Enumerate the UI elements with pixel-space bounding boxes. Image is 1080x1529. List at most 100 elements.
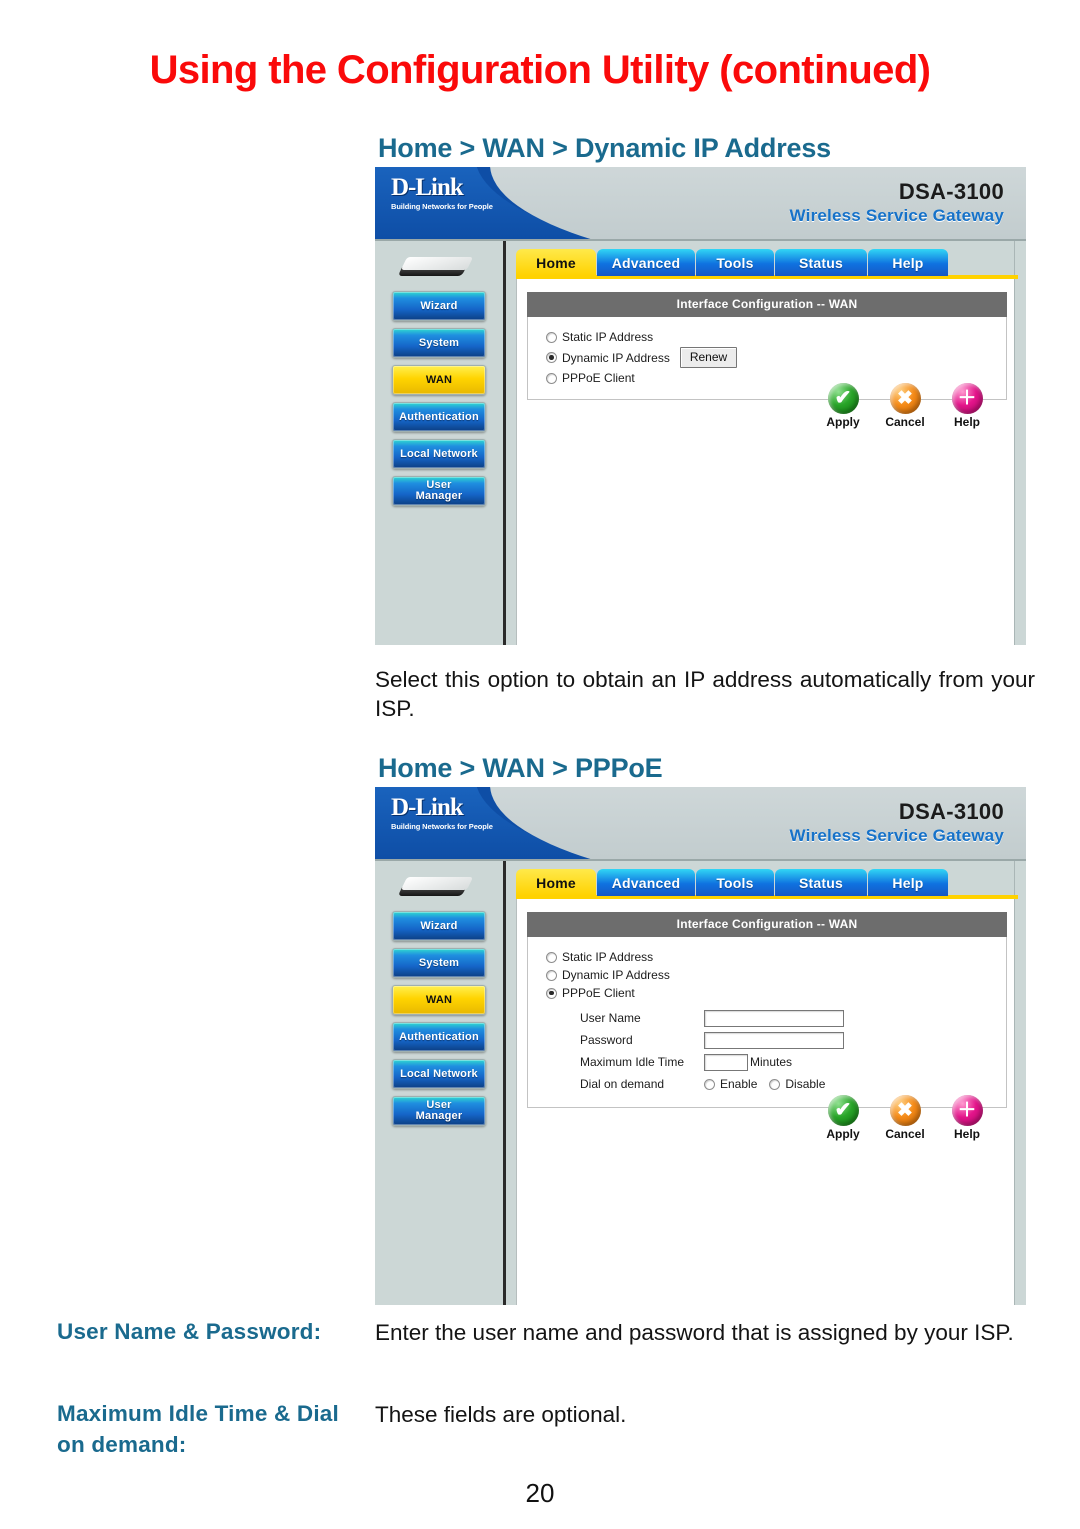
router-model-subtitle: Wireless Service Gateway bbox=[789, 826, 1004, 845]
max-idle-time-input[interactable] bbox=[704, 1053, 748, 1071]
router-model-block: DSA-3100 Wireless Service Gateway bbox=[790, 799, 1004, 846]
page-title: Using the Configuration Utility (continu… bbox=[149, 48, 931, 92]
sidebar-item-authentication[interactable]: Authentication bbox=[392, 1022, 486, 1052]
apply-button[interactable]: ✔ Apply bbox=[819, 383, 867, 429]
label-dial-on-demand: Dial on demand bbox=[580, 1077, 665, 1091]
tab-tools[interactable]: Tools bbox=[696, 249, 774, 276]
radio-row-dynamic-ip[interactable]: Dynamic IP Address Renew bbox=[528, 346, 1006, 369]
sidebar-item-system[interactable]: System bbox=[392, 328, 486, 358]
radio-label-pppoe-client: PPPoE Client bbox=[562, 371, 635, 385]
router-header-banner: D-Link Building Networks for People DSA-… bbox=[375, 787, 1026, 859]
sidebar-item-local-network[interactable]: Local Network bbox=[392, 439, 486, 469]
tab-help[interactable]: Help bbox=[868, 869, 948, 896]
router-content: Home Advanced Tools Status Help Interfac… bbox=[506, 861, 1026, 1305]
router-body: Wizard System WAN Authentication Local N… bbox=[375, 859, 1026, 1305]
cancel-button[interactable]: ✖ Cancel bbox=[881, 1095, 929, 1141]
tab-help[interactable]: Help bbox=[868, 249, 948, 276]
apply-icon: ✔ bbox=[827, 1095, 859, 1126]
radio-static-ip[interactable] bbox=[546, 331, 557, 343]
sidebar-item-wan[interactable]: WAN bbox=[392, 365, 486, 395]
radio-dial-disable[interactable] bbox=[769, 1078, 781, 1090]
description-dynamic-ip: Select this option to obtain an IP addre… bbox=[375, 667, 1035, 721]
field-row-password: Password bbox=[528, 1029, 1006, 1051]
tab-home[interactable]: Home bbox=[516, 869, 596, 896]
unit-minutes: Minutes bbox=[750, 1055, 793, 1069]
cancel-button[interactable]: ✖ Cancel bbox=[881, 383, 929, 429]
sidebar-label-user-manager: User Manager bbox=[415, 479, 463, 502]
action-button-group: ✔ Apply ✖ Cancel ＋ Help bbox=[819, 1095, 991, 1141]
router-model-subtitle: Wireless Service Gateway bbox=[789, 206, 1004, 225]
wan-pppoe-form: Static IP Address Dynamic IP Address PPP… bbox=[527, 937, 1007, 1108]
router-screenshot-pppoe: D-Link Building Networks for People DSA-… bbox=[375, 787, 1026, 1305]
plus-icon: ＋ bbox=[957, 1100, 977, 1121]
dlink-logo-text: D-Link bbox=[391, 174, 464, 201]
help-button[interactable]: ＋ Help bbox=[943, 1095, 991, 1141]
radio-row-pppoe-client[interactable]: PPPoE Client bbox=[528, 984, 1006, 1002]
password-input[interactable] bbox=[704, 1031, 844, 1049]
radio-pppoe-client[interactable] bbox=[546, 372, 557, 384]
router-tab-bar: Home Advanced Tools Status Help bbox=[516, 249, 1018, 276]
radio-row-static-ip[interactable]: Static IP Address bbox=[528, 948, 1006, 966]
radio-label-dial-enable: Enable bbox=[720, 1077, 758, 1091]
router-sidebar: Wizard System WAN Authentication Local N… bbox=[375, 241, 506, 645]
help-icon: ＋ bbox=[951, 1095, 983, 1126]
sidebar-item-wan[interactable]: WAN bbox=[392, 985, 486, 1015]
sidebar-item-local-network[interactable]: Local Network bbox=[392, 1059, 486, 1089]
sidebar-item-wizard[interactable]: Wizard bbox=[392, 911, 486, 941]
sidebar-item-system[interactable]: System bbox=[392, 948, 486, 978]
router-header-banner: D-Link Building Networks for People DSA-… bbox=[375, 167, 1026, 239]
router-screenshot-dynamic-ip: D-Link Building Networks for People DSA-… bbox=[375, 167, 1026, 645]
cancel-label: Cancel bbox=[885, 1127, 925, 1141]
apply-label: Apply bbox=[826, 415, 860, 429]
radio-dynamic-ip[interactable] bbox=[546, 352, 557, 363]
radio-label-pppoe-client: PPPoE Client bbox=[562, 986, 635, 1000]
action-button-group: ✔ Apply ✖ Cancel ＋ Help bbox=[819, 383, 991, 429]
tab-advanced[interactable]: Advanced bbox=[597, 869, 695, 896]
tab-home[interactable]: Home bbox=[516, 249, 596, 276]
sidebar-item-user-manager[interactable]: User Manager bbox=[392, 1096, 486, 1126]
tab-status[interactable]: Status bbox=[775, 249, 867, 276]
radio-static-ip[interactable] bbox=[546, 951, 557, 963]
sidebar-label-authentication: Authentication bbox=[399, 410, 479, 423]
help-icon: ＋ bbox=[951, 383, 983, 414]
radio-row-dial-disable[interactable]: Disable bbox=[769, 1075, 825, 1093]
help-button[interactable]: ＋ Help bbox=[943, 383, 991, 429]
radio-row-static-ip[interactable]: Static IP Address bbox=[528, 328, 1006, 346]
sidebar-item-wizard[interactable]: Wizard bbox=[392, 291, 486, 321]
radio-label-dial-disable: Disable bbox=[785, 1077, 826, 1091]
radio-dial-enable[interactable] bbox=[704, 1078, 715, 1090]
close-icon: ✖ bbox=[897, 388, 913, 409]
sidebar-label-wizard: Wizard bbox=[420, 299, 458, 312]
description-text-max-idle-time: These fields are optional. bbox=[375, 1402, 627, 1427]
sidebar-item-authentication[interactable]: Authentication bbox=[392, 402, 486, 432]
cancel-label: Cancel bbox=[885, 415, 925, 429]
router-device-image bbox=[397, 875, 478, 901]
renew-button[interactable]: Renew bbox=[679, 347, 738, 368]
field-row-user-name: User Name bbox=[528, 1007, 1006, 1029]
sidebar-label-wan: WAN bbox=[425, 993, 453, 1006]
radio-row-dynamic-ip[interactable]: Dynamic IP Address bbox=[528, 966, 1006, 984]
tab-status[interactable]: Status bbox=[775, 869, 867, 896]
router-sidebar: Wizard System WAN Authentication Local N… bbox=[375, 861, 506, 1305]
radio-row-dial-enable[interactable]: Enable bbox=[704, 1075, 757, 1093]
tab-tools[interactable]: Tools bbox=[696, 869, 774, 896]
user-name-input[interactable] bbox=[704, 1009, 844, 1027]
radio-dynamic-ip[interactable] bbox=[546, 969, 557, 981]
apply-icon: ✔ bbox=[827, 383, 859, 414]
sidebar-label-system: System bbox=[418, 956, 460, 969]
tab-advanced[interactable]: Advanced bbox=[597, 249, 695, 276]
dlink-logo-text: D-Link bbox=[391, 794, 464, 821]
field-row-max-idle-time: Maximum Idle Time Minutes bbox=[528, 1051, 1006, 1073]
apply-button[interactable]: ✔ Apply bbox=[819, 1095, 867, 1141]
help-label: Help bbox=[953, 415, 980, 429]
description-text-user-name-password: Enter the user name and password that is… bbox=[375, 1320, 1014, 1345]
panel-right-edge bbox=[1014, 861, 1026, 1305]
radio-label-static-ip: Static IP Address bbox=[562, 330, 654, 344]
section-heading-dynamic-ip: Home > WAN > Dynamic IP Address bbox=[378, 133, 831, 163]
cancel-icon: ✖ bbox=[889, 1095, 921, 1126]
radio-pppoe-client[interactable] bbox=[546, 987, 557, 999]
apply-label: Apply bbox=[826, 1127, 860, 1141]
panel-title: Interface Configuration -- WAN bbox=[527, 912, 1007, 937]
router-model-name: DSA-3100 bbox=[898, 799, 1004, 824]
sidebar-item-user-manager[interactable]: User Manager bbox=[392, 476, 486, 506]
